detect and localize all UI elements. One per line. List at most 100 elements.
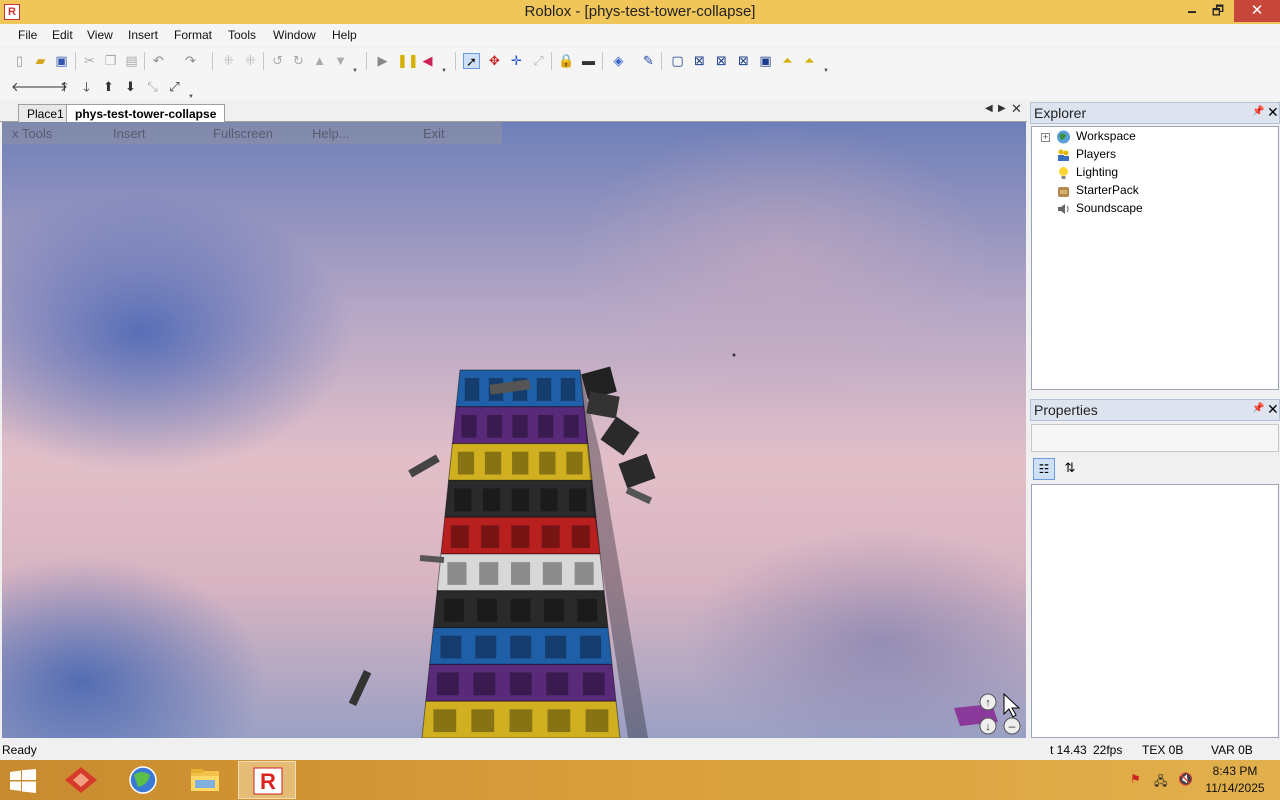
expand-workspace-icon[interactable]: + (1041, 133, 1050, 142)
play-icon[interactable]: ▶ (374, 53, 391, 69)
game-viewport[interactable]: x Tools Insert Fullscreen Help... Exit ↑… (2, 122, 1026, 738)
globe-icon (1057, 130, 1070, 144)
move-up-icon[interactable]: ▲ (311, 53, 328, 69)
move-down-icon[interactable]: ▼ (332, 53, 349, 69)
tree-item-starterpack[interactable]: StarterPack (1058, 183, 1139, 201)
network-icon[interactable]: 🖧 (1154, 772, 1170, 788)
start-windows-icon[interactable] (10, 769, 36, 793)
box-solid-icon[interactable]: ▣ (757, 53, 774, 69)
fit-inward-icon[interactable]: ⤡ (144, 79, 161, 95)
windows-taskbar: R ⚑ 🖧 🔇 8:43 PM 11/14/2025 (0, 760, 1280, 800)
minimize-button[interactable]: 🗕 (1178, 0, 1206, 22)
reset-icon[interactable]: ◀ (419, 53, 436, 69)
restore-button[interactable]: 🗗 (1204, 0, 1232, 22)
tab-phys-test-tower-collapse[interactable]: phys-test-tower-collapse (66, 104, 226, 122)
box-icon[interactable]: ▢ (669, 53, 686, 69)
menu-file[interactable]: File (18, 28, 37, 42)
paste-icon[interactable]: ▤ (123, 53, 140, 69)
select-icon[interactable]: ➚ (463, 53, 480, 69)
arrow-left-icon[interactable]: 🡐 (11, 79, 46, 95)
pin-icon[interactable]: 📌 (1252, 106, 1264, 117)
box-x3-icon[interactable]: ⊠ (735, 53, 752, 69)
menu-format[interactable]: Format (174, 28, 212, 42)
tree-item-workspace[interactable]: Workspace (1057, 129, 1136, 147)
scale-icon[interactable]: ✛ (508, 53, 525, 69)
copy-icon[interactable]: ❐ (102, 53, 119, 69)
rotate-right-icon[interactable]: ↻ (290, 53, 307, 69)
properties-toolbar: ☷ ⇅ (1031, 456, 1279, 482)
ungroup-icon[interactable]: ⁜ (242, 53, 259, 69)
anchor-icon[interactable]: ▬ (580, 53, 597, 69)
ingame-tools-button[interactable]: x Tools (12, 126, 52, 141)
arrow-down-icon[interactable]: ⬇ (122, 79, 139, 95)
tower-window (433, 709, 457, 733)
taskbar-roblox-studio[interactable] (52, 761, 110, 799)
taskbar-file-explorer[interactable] (176, 761, 234, 799)
tower-window (454, 488, 472, 512)
pin-icon[interactable]: 📌 (1252, 403, 1264, 414)
new-icon[interactable]: ▯ (11, 53, 28, 69)
menu-window[interactable]: Window (273, 28, 316, 42)
turn-down-icon[interactable]: 🡓 (78, 79, 95, 95)
menu-help[interactable]: Help (332, 28, 357, 42)
tower-window (457, 451, 475, 475)
ingame-fullscreen-button[interactable]: Fullscreen (213, 126, 273, 141)
ingame-insert-button[interactable]: Insert (113, 126, 146, 141)
tower-window (486, 414, 503, 438)
material-icon[interactable]: ✎ (640, 53, 657, 69)
redo-icon[interactable]: ↷ (182, 53, 199, 69)
folder-icon (191, 769, 219, 791)
box-x1-icon[interactable]: ⊠ (691, 53, 708, 69)
menu-view[interactable]: View (87, 28, 113, 42)
clock-time[interactable]: 8:43 PM (1200, 764, 1270, 778)
status-tex: TEX 0B (1142, 743, 1184, 757)
tab-place1[interactable]: Place1 (18, 104, 73, 122)
volume-muted-icon[interactable]: 🔇 (1178, 772, 1194, 788)
clock-date[interactable]: 11/14/2025 (1200, 781, 1270, 795)
taskbar-roblox[interactable]: R (238, 761, 296, 799)
menu-insert[interactable]: Insert (128, 28, 158, 42)
group-icon[interactable]: ⁜ (220, 53, 237, 69)
turn-up-icon[interactable]: 🡑 (56, 79, 73, 95)
resize-icon[interactable]: ⤢ (530, 53, 547, 69)
move-icon[interactable]: ✥ (486, 53, 503, 69)
tab-close-icon[interactable]: ✕ (1011, 101, 1022, 117)
box-x2-icon[interactable]: ⊠ (713, 53, 730, 69)
tree-item-players[interactable]: Players (1058, 147, 1116, 165)
fit-outward-icon[interactable]: ⤢ (166, 79, 183, 95)
categorized-icon[interactable]: ☷ (1033, 458, 1055, 480)
tree-item-soundscape[interactable]: Soundscape (1058, 201, 1143, 219)
sort-alpha-icon[interactable]: ⇅ (1059, 458, 1081, 480)
debris-block (586, 391, 620, 419)
open-icon[interactable]: ▰ (32, 53, 49, 69)
tab-scroll-right-icon[interactable]: ▶ (998, 103, 1006, 114)
explorer-close-icon[interactable]: ✕ (1267, 104, 1279, 121)
menu-edit[interactable]: Edit (52, 28, 73, 42)
lock-icon[interactable]: 🔒 (558, 53, 575, 69)
rotate-left-icon[interactable]: ↺ (269, 53, 286, 69)
pause-icon[interactable]: ❚❚ (397, 53, 419, 69)
triangle-up-icon[interactable]: ⏶ (779, 53, 796, 69)
menu-tools[interactable]: Tools (228, 28, 256, 42)
undo-icon[interactable]: ↶ (150, 53, 167, 69)
ingame-exit-button[interactable]: Exit (423, 126, 445, 141)
arrow-up-icon[interactable]: ⬆ (100, 79, 117, 95)
players-icon (1058, 149, 1069, 161)
camera-controls[interactable]: ↑ ↓ – (952, 692, 1026, 738)
close-button[interactable]: ✕ (1234, 0, 1280, 22)
arrow-right-icon[interactable]: 🡒 (33, 79, 68, 95)
ingame-help-button[interactable]: Help... (312, 126, 350, 141)
cut-icon[interactable]: ✂ (81, 53, 98, 69)
tree-item-lighting[interactable]: Lighting (1059, 165, 1118, 183)
properties-filter[interactable] (1031, 424, 1279, 452)
browser-icon (129, 766, 157, 794)
paint-icon[interactable]: ◈ (610, 53, 627, 69)
tab-scroll-left-icon[interactable]: ◀ (985, 103, 993, 114)
properties-close-icon[interactable]: ✕ (1267, 401, 1279, 418)
tower-window (571, 525, 590, 549)
taskbar-browser[interactable] (114, 761, 172, 799)
save-icon[interactable]: ▣ (53, 53, 70, 69)
flag-icon[interactable]: ⚑ (1130, 772, 1146, 788)
triangle-arrow-icon[interactable]: ⏶ (801, 53, 818, 69)
status-bar: Ready t 14.43 22fps TEX 0B VAR 0B (0, 740, 1280, 760)
